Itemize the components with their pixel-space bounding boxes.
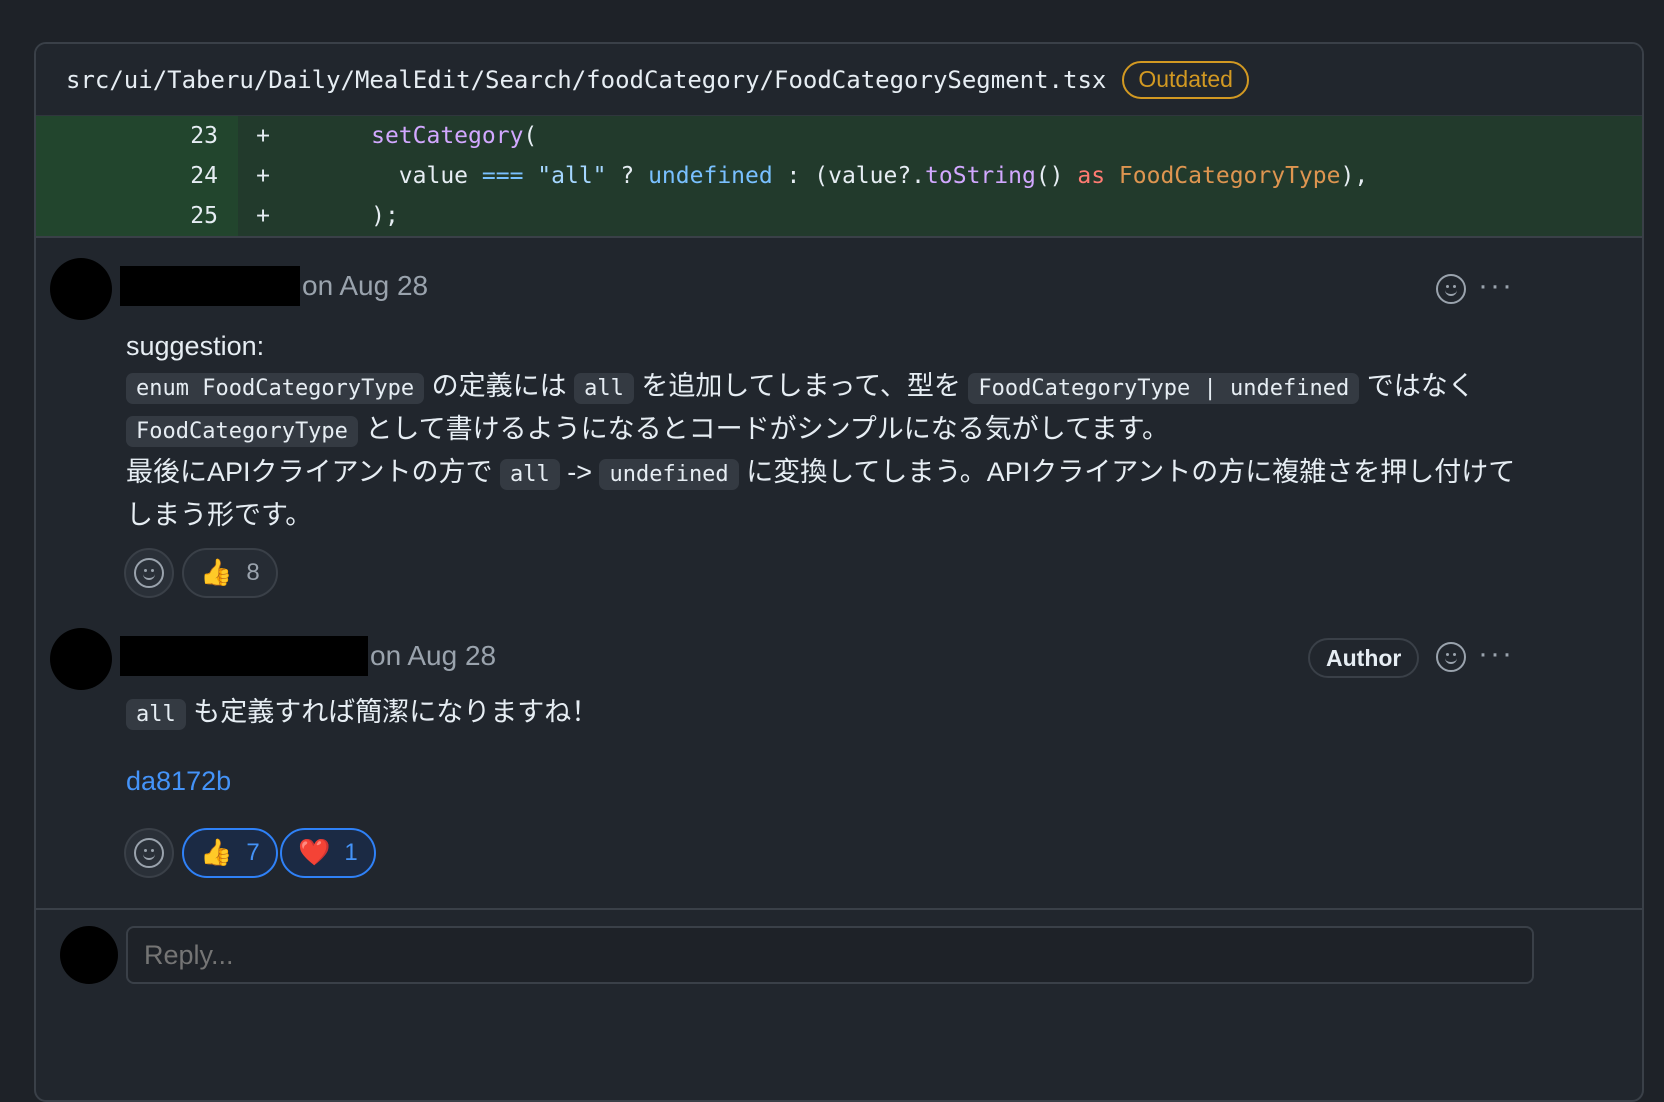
reaction-count: 7 [246, 839, 260, 866]
heart-icon: ❤️ [298, 838, 331, 868]
thumbs-up-icon: 👍 [200, 838, 233, 868]
inline-code: undefined [599, 459, 739, 490]
reaction-heart[interactable]: ❤️ 1 [280, 828, 376, 878]
inline-code: all [126, 699, 186, 730]
line-number[interactable]: 24 [36, 156, 238, 196]
review-thread-panel: src/ui/Taberu/Daily/MealEdit/Search/food… [34, 42, 1644, 1102]
commit-link[interactable]: da8172b [126, 766, 231, 797]
avatar[interactable] [50, 628, 112, 690]
more-options-icon[interactable]: ··· [1478, 639, 1514, 669]
comment-body: suggestion: enum FoodCategoryType の定義には … [126, 326, 1536, 535]
reaction-count: 8 [246, 559, 260, 586]
line-number[interactable]: 25 [36, 196, 238, 236]
smiley-icon [134, 558, 164, 588]
add-reaction-icon[interactable] [1436, 642, 1466, 672]
redacted-username[interactable] [120, 636, 368, 676]
line-number[interactable]: 23 [36, 116, 238, 156]
add-reaction-button[interactable] [124, 828, 174, 878]
diff-code: ); [371, 203, 399, 229]
avatar [60, 926, 118, 984]
diff-add-sign: + [256, 123, 270, 149]
redacted-username[interactable] [120, 266, 300, 306]
avatar[interactable] [50, 258, 112, 320]
reaction-thumbs-up[interactable]: 👍 7 [182, 828, 278, 878]
smiley-icon [134, 838, 164, 868]
reply-input[interactable] [126, 926, 1534, 984]
comment-body: all も定義すれば簡潔になりますね！ [126, 692, 1526, 735]
diff-code: value === "all" ? undefined : (value?.to… [398, 163, 1369, 189]
diff-add-sign: + [256, 203, 270, 229]
reply-area [36, 908, 1642, 1018]
outdated-badge: Outdated [1122, 60, 1249, 99]
file-path[interactable]: src/ui/Taberu/Daily/MealEdit/Search/food… [66, 66, 1106, 94]
inline-code: all [574, 373, 634, 404]
add-reaction-button[interactable] [124, 548, 174, 598]
diff-line: 24 + value === "all" ? undefined : (valu… [36, 156, 1642, 196]
diff-code: setCategory( [371, 123, 538, 149]
suggestion-label: suggestion: [126, 331, 265, 361]
author-badge: Author [1308, 638, 1420, 678]
file-header: src/ui/Taberu/Daily/MealEdit/Search/food… [36, 44, 1642, 116]
comment-date[interactable]: on Aug 28 [370, 640, 496, 672]
more-options-icon[interactable]: ··· [1478, 271, 1514, 301]
diff-hunk: 23 + setCategory( 24 + value === "all" ?… [36, 116, 1642, 238]
comment-date[interactable]: on Aug 28 [302, 270, 428, 302]
add-reaction-icon[interactable] [1436, 274, 1466, 304]
reaction-count: 1 [344, 839, 358, 866]
inline-code: all [499, 459, 560, 490]
inline-code: FoodCategoryType | undefined [968, 373, 1360, 404]
diff-line: 23 + setCategory( [36, 116, 1642, 156]
inline-code: FoodCategoryType [126, 416, 358, 447]
diff-add-sign: + [256, 163, 270, 189]
diff-line: 25 + ); [36, 196, 1642, 236]
thumbs-up-icon: 👍 [200, 558, 233, 588]
inline-code: enum FoodCategoryType [126, 373, 425, 404]
reaction-thumbs-up[interactable]: 👍 8 [182, 548, 278, 598]
